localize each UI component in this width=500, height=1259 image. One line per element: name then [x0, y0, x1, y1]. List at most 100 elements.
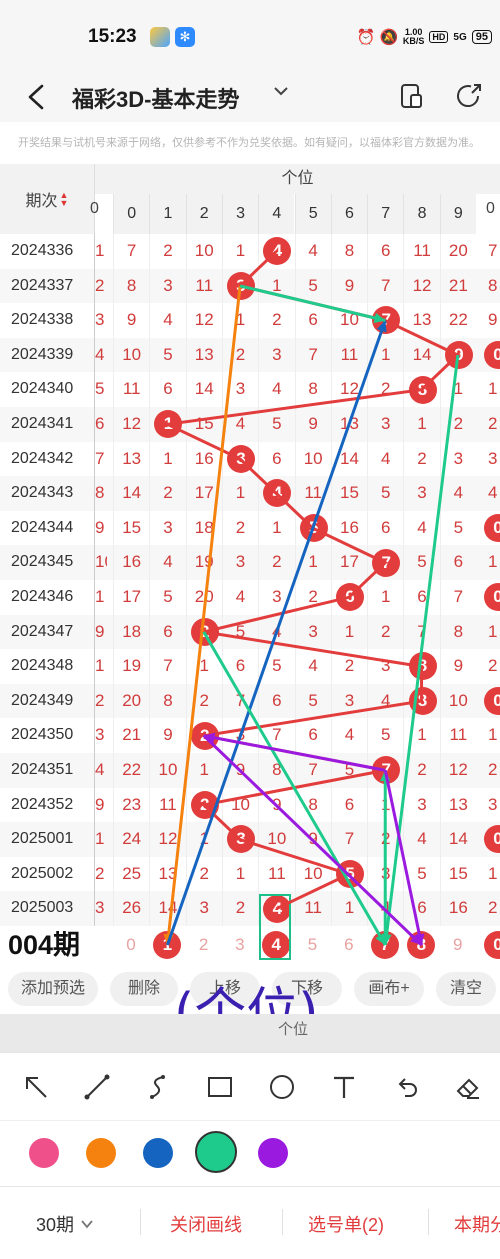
period-select[interactable]: 30期 [36, 1211, 95, 1237]
missing-count-cell[interactable]: 5 [367, 718, 403, 753]
canvas-plus-button[interactable]: 画布+ [354, 972, 424, 1006]
prediction-cell[interactable]: 9 [440, 926, 476, 964]
missing-count-cell[interactable]: 8 [113, 268, 149, 304]
missing-count-cell[interactable]: 7 [439, 580, 476, 615]
color-swatch[interactable] [143, 1138, 173, 1168]
missing-count-cell[interactable]: 16 [330, 510, 367, 546]
missing-count-cell[interactable]: 3 [367, 649, 403, 684]
missing-count-cell[interactable]: 1 [439, 372, 476, 407]
missing-count-cell[interactable]: 12 [439, 753, 476, 788]
arrow-tool-icon[interactable] [16, 1067, 56, 1107]
missing-count-cell[interactable]: 7 [330, 822, 367, 857]
missing-count-cell[interactable]: 3 [221, 372, 258, 407]
missing-count-cell[interactable]: 3 [258, 337, 294, 373]
missing-count-cell[interactable]: 10 [294, 856, 331, 892]
hit-ball-cell[interactable]: 3 [221, 268, 258, 304]
missing-count-cell[interactable]: 4 [403, 510, 439, 546]
color-swatch[interactable] [258, 1138, 288, 1168]
missing-count-cell[interactable]: 7 [367, 268, 403, 304]
missing-count-cell[interactable]: 3 [294, 614, 331, 650]
missing-count-cell[interactable]: 2 [258, 303, 294, 338]
missing-count-cell[interactable]: 14 [113, 476, 149, 511]
missing-count-cell[interactable]: 14 [149, 891, 185, 926]
curve-tool-icon[interactable] [138, 1067, 178, 1107]
missing-count-cell[interactable]: 1 [221, 303, 258, 338]
sort-icon[interactable]: ▲ ▼ [60, 191, 69, 208]
circle-tool-icon[interactable] [262, 1067, 302, 1107]
missing-count-cell[interactable]: 12 [149, 822, 185, 857]
missing-count-cell[interactable]: 2 [185, 683, 222, 719]
missing-count-cell[interactable]: 21 [439, 268, 476, 304]
missing-count-cell[interactable]: 3 [439, 441, 476, 477]
chevron-down-icon[interactable] [272, 82, 290, 106]
missing-count-cell[interactable]: 10 [221, 787, 258, 823]
missing-count-cell[interactable]: 8 [439, 614, 476, 650]
clear-button[interactable]: 清空 [436, 972, 496, 1006]
hit-ball-cell[interactable]: 7 [367, 545, 403, 580]
missing-count-cell[interactable]: 18 [113, 614, 149, 650]
missing-count-cell[interactable]: 15 [185, 407, 222, 442]
missing-count-cell[interactable]: 6 [294, 303, 331, 338]
hit-ball-cell[interactable]: 3 [221, 441, 258, 477]
missing-count-cell[interactable]: 22 [113, 753, 149, 788]
missing-count-cell[interactable]: 2 [258, 545, 294, 580]
missing-count-cell[interactable]: 1 [221, 476, 258, 511]
hit-ball-cell[interactable]: 3 [221, 822, 258, 857]
eraser-tool-icon[interactable] [448, 1067, 488, 1107]
missing-count-cell[interactable]: 8 [330, 234, 367, 269]
missing-count-cell[interactable]: 25 [113, 856, 149, 892]
missing-count-cell[interactable]: 1 [367, 337, 403, 373]
missing-count-cell[interactable]: 11 [294, 476, 331, 511]
missing-count-cell[interactable]: 13 [149, 856, 185, 892]
missing-count-cell[interactable]: 1 [330, 891, 367, 926]
missing-count-cell[interactable]: 2 [403, 753, 439, 788]
missing-count-cell[interactable]: 4 [367, 891, 403, 926]
missing-count-cell[interactable]: 7 [403, 614, 439, 650]
back-button[interactable] [22, 80, 52, 114]
missing-count-cell[interactable]: 14 [439, 822, 476, 857]
hit-ball-cell[interactable]: 6 [330, 580, 367, 615]
missing-count-cell[interactable]: 7 [221, 683, 258, 719]
missing-count-cell[interactable]: 13 [403, 303, 439, 338]
missing-count-cell[interactable]: 8 [294, 372, 331, 407]
missing-count-cell[interactable]: 13 [330, 407, 367, 442]
pick-list-button[interactable]: 选号单(2) [308, 1211, 384, 1237]
hit-ball-cell[interactable]: 9 [439, 337, 476, 373]
missing-count-cell[interactable]: 12 [185, 303, 222, 338]
missing-count-cell[interactable]: 6 [367, 234, 403, 269]
missing-count-cell[interactable]: 1 [403, 407, 439, 442]
missing-count-cell[interactable]: 9 [294, 407, 331, 442]
missing-count-cell[interactable]: 3 [403, 787, 439, 823]
line-tool-icon[interactable] [77, 1067, 117, 1107]
missing-count-cell[interactable]: 8 [258, 753, 294, 788]
missing-count-cell[interactable]: 6 [403, 891, 439, 926]
missing-count-cell[interactable]: 2 [149, 234, 185, 269]
missing-count-cell[interactable]: 1 [258, 510, 294, 546]
missing-count-cell[interactable]: 5 [403, 856, 439, 892]
missing-count-cell[interactable]: 9 [439, 649, 476, 684]
missing-count-cell[interactable]: 3 [330, 683, 367, 719]
missing-count-cell[interactable]: 6 [439, 545, 476, 580]
missing-count-cell[interactable]: 13 [439, 787, 476, 823]
missing-count-cell[interactable]: 5 [221, 614, 258, 650]
missing-count-cell[interactable]: 7 [294, 337, 331, 373]
missing-count-cell[interactable]: 1 [294, 545, 331, 580]
missing-count-cell[interactable]: 7 [113, 234, 149, 269]
missing-count-cell[interactable]: 21 [113, 718, 149, 753]
missing-count-cell[interactable]: 2 [185, 856, 222, 892]
missing-count-cell[interactable]: 4 [294, 649, 331, 684]
hit-ball-cell[interactable]: 1 [149, 407, 185, 442]
missing-count-cell[interactable]: 11 [258, 856, 294, 892]
missing-count-cell[interactable]: 11 [403, 234, 439, 269]
missing-count-cell[interactable]: 9 [149, 718, 185, 753]
prediction-cell[interactable]: 0 [113, 926, 149, 964]
missing-count-cell[interactable]: 9 [294, 822, 331, 857]
missing-count-cell[interactable]: 10 [185, 234, 222, 269]
missing-count-cell[interactable]: 3 [367, 407, 403, 442]
missing-count-cell[interactable]: 7 [258, 718, 294, 753]
missing-count-cell[interactable]: 15 [439, 856, 476, 892]
missing-count-cell[interactable]: 16 [439, 891, 476, 926]
missing-count-cell[interactable]: 10 [258, 822, 294, 857]
missing-count-cell[interactable]: 3 [149, 268, 185, 304]
hit-ball-cell[interactable]: 7 [367, 753, 403, 788]
